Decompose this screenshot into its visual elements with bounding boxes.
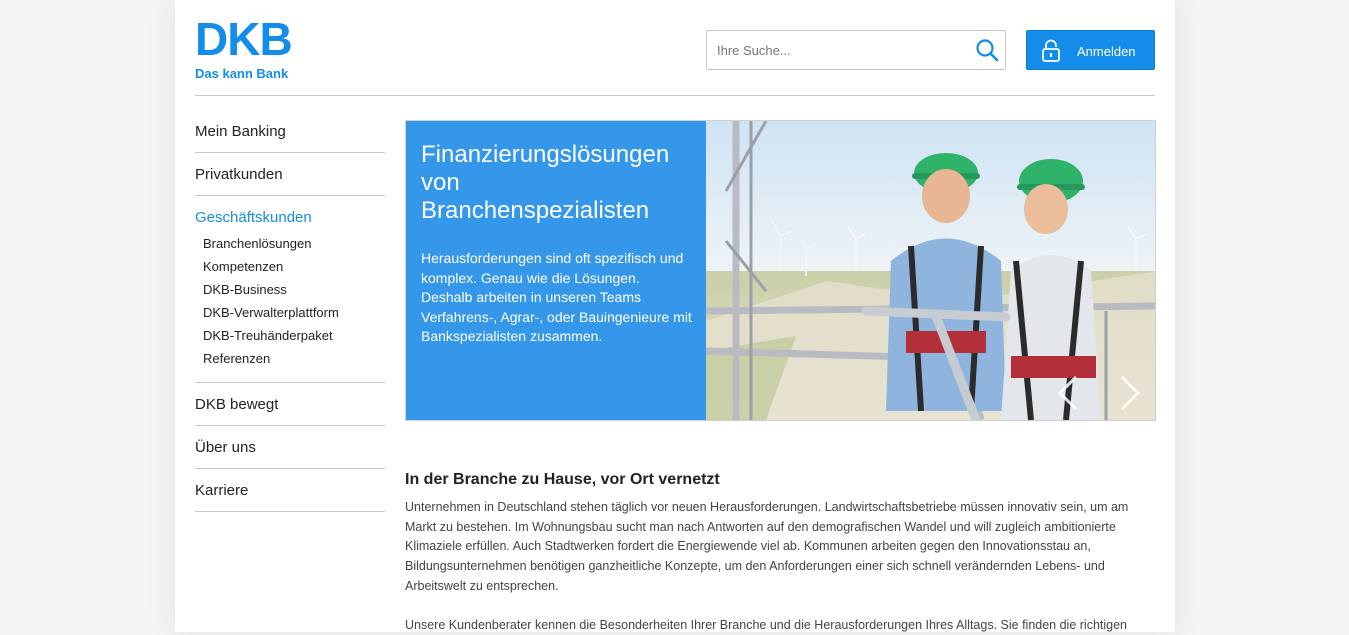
sidebar-item-ueber-uns[interactable]: Über uns	[195, 426, 385, 469]
article-paragraph-2: Unsere Kundenberater kennen die Besonder…	[405, 617, 1127, 632]
hero-text-panel: Finanzierungslösungen von Branchenspezia…	[406, 121, 706, 420]
page-container: DKB Das kann Bank Anmelden Mein Banking …	[175, 0, 1175, 632]
sidebar-item-dkb-bewegt[interactable]: DKB bewegt	[195, 383, 385, 426]
hero-next-chevron-right-icon[interactable]	[1118, 373, 1142, 413]
hero-title-line1: Finanzierungslösungen	[421, 141, 670, 168]
sidebar-item-geschaeftskunden[interactable]: Geschäftskunden	[195, 196, 385, 232]
search-box	[706, 30, 1006, 70]
hero-title: Finanzierungslösungen von Branchenspezia…	[421, 141, 692, 225]
logo-wordmark: DKB	[195, 13, 293, 65]
subnav-item-treuhaenderpaket[interactable]: DKB-Treuhänderpaket	[203, 324, 385, 347]
article-paragraph-1: Unternehmen in Deutschland stehen täglic…	[405, 500, 1129, 593]
dkb-logo[interactable]: DKB Das kann Bank	[195, 13, 305, 82]
sidebar-nav: Mein Banking Privatkunden Geschäftskunde…	[195, 110, 385, 512]
article-heading: In der Branche zu Hause, vor Ort vernetz…	[405, 471, 720, 488]
hero-title-line2: von Branchenspezialisten	[421, 169, 650, 224]
hero-photo	[706, 121, 1155, 420]
subnav-item-referenzen[interactable]: Referenzen	[203, 347, 385, 370]
sidebar-item-mein-banking[interactable]: Mein Banking	[195, 110, 385, 153]
subnav-item-kompetenzen[interactable]: Kompetenzen	[203, 255, 385, 278]
search-input[interactable]	[707, 31, 967, 69]
subnav-item-verwalterplattform[interactable]: DKB-Verwalterplattform	[203, 301, 385, 324]
sidebar-item-karriere[interactable]: Karriere	[195, 469, 385, 512]
sidebar-subnav: Branchenlösungen Kompetenzen DKB-Busines…	[195, 232, 385, 383]
hero-slider: Finanzierungslösungen von Branchenspezia…	[405, 120, 1156, 421]
hero-body: Herausforderungen sind oft spezifisch un…	[421, 250, 692, 344]
hero-prev-chevron-left-icon[interactable]	[1056, 373, 1080, 413]
lock-icon	[1041, 39, 1061, 63]
header-divider	[195, 95, 1155, 96]
search-icon[interactable]	[975, 38, 999, 62]
subnav-item-branchenloesungen[interactable]: Branchenlösungen	[203, 232, 385, 255]
subnav-item-dkb-business[interactable]: DKB-Business	[203, 278, 385, 301]
logo-claim: Das kann Bank	[195, 66, 289, 81]
sidebar-item-privatkunden[interactable]: Privatkunden	[195, 153, 385, 196]
article-section: In der Branche zu Hause, vor Ort vernetz…	[405, 470, 1157, 635]
login-button[interactable]: Anmelden	[1026, 30, 1155, 70]
login-label: Anmelden	[1077, 44, 1136, 59]
